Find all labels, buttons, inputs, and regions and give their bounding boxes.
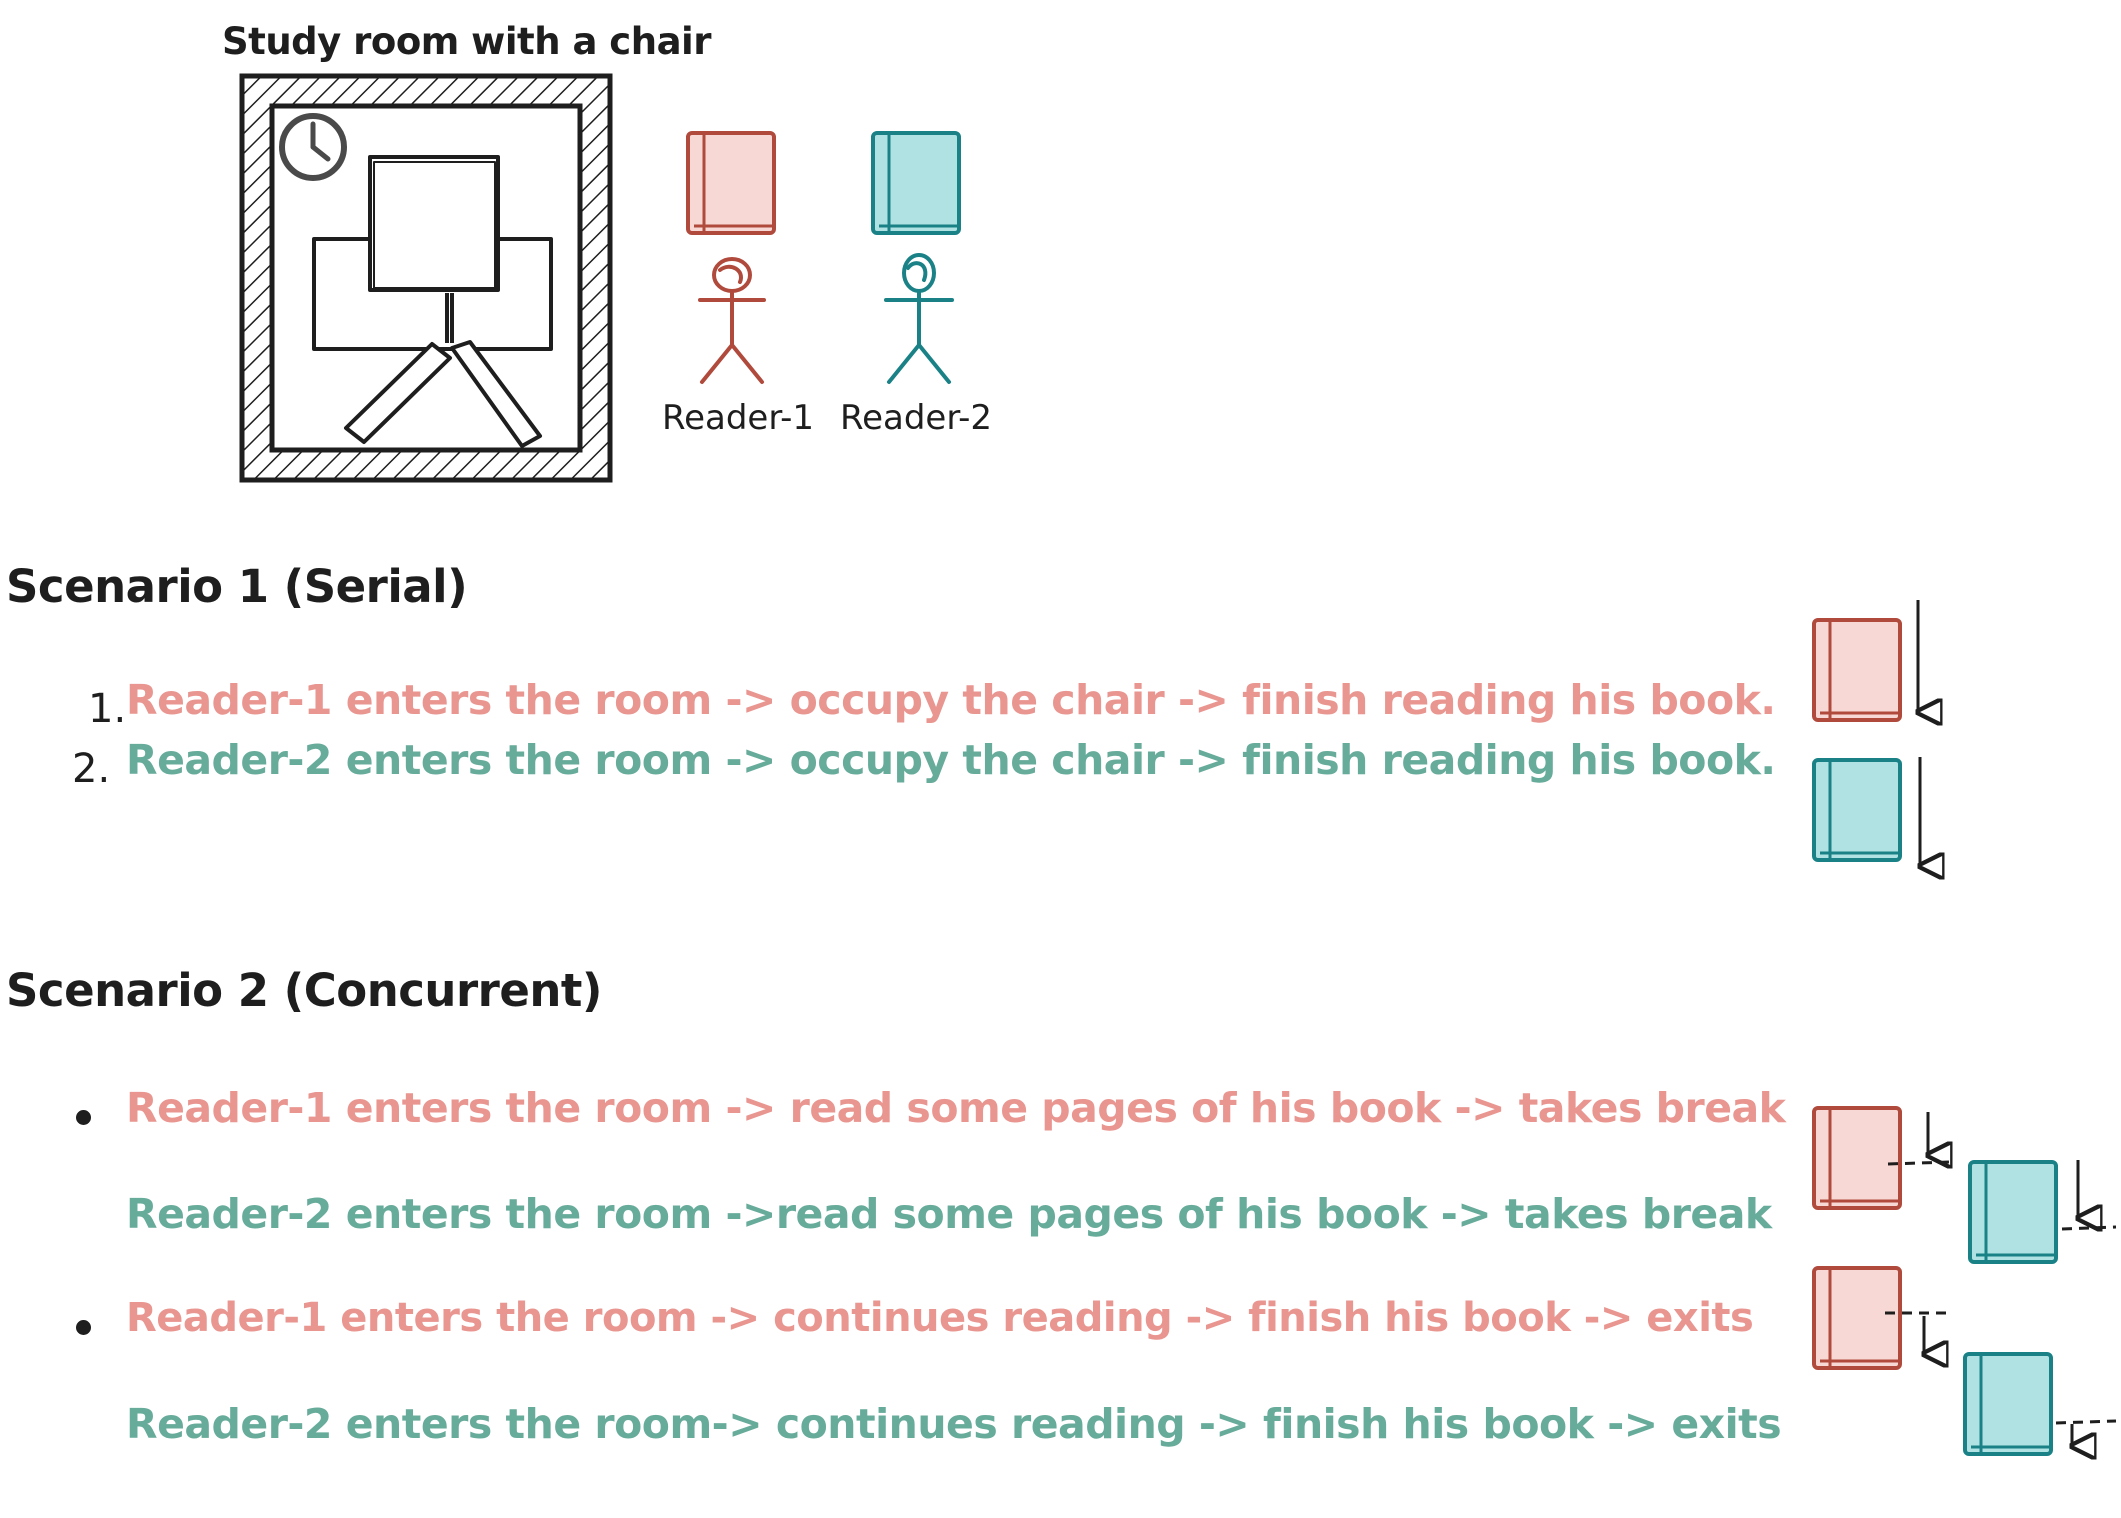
s2-reader2-book-a-icon bbox=[1968, 1160, 2058, 1264]
s1-reader2-book-icon bbox=[1812, 758, 1902, 862]
scenario2-bullet-1 bbox=[76, 1110, 91, 1125]
scenario1-heading: Scenario 1 (Serial) bbox=[6, 560, 468, 613]
reader1-figure-icon bbox=[698, 257, 766, 384]
scenario2-line-1: Reader-1 enters the room -> read some pa… bbox=[126, 1084, 1786, 1132]
s2-reader1-pause-a-icon bbox=[1887, 1160, 1951, 1166]
scenario1-item1-marker: 1. bbox=[88, 686, 127, 732]
scenario1-item1-text: Reader-1 enters the room -> occupy the c… bbox=[126, 676, 1776, 724]
s2-reader2-book-b-icon bbox=[1963, 1352, 2053, 1456]
reader2-figure-icon bbox=[884, 253, 954, 384]
scenario1-item2-text: Reader-2 enters the room -> occupy the c… bbox=[126, 736, 1776, 784]
reader2-book-icon bbox=[871, 131, 961, 235]
scenario2-line-3: Reader-1 enters the room -> continues re… bbox=[126, 1295, 1754, 1341]
scenario2-heading: Scenario 2 (Concurrent) bbox=[6, 964, 602, 1017]
chair-icon bbox=[312, 155, 553, 448]
scenario2-line-2: Reader-2 enters the room ->read some pag… bbox=[126, 1190, 1772, 1238]
scenario2-line-4: Reader-2 enters the room-> continues rea… bbox=[126, 1400, 1782, 1448]
s2-reader1-book-b-icon bbox=[1812, 1266, 1902, 1370]
s2-reader2-pause-b-icon bbox=[2055, 1419, 2117, 1425]
clock-icon bbox=[279, 113, 347, 181]
s2-reader2-pause-a-icon bbox=[2061, 1225, 2117, 1231]
reader2-label: Reader-2 bbox=[840, 398, 993, 438]
s1-reader1-book-icon bbox=[1812, 618, 1902, 722]
scenario1-item2-marker: 2. bbox=[72, 746, 111, 792]
reader1-label: Reader-1 bbox=[662, 398, 815, 438]
reader1-book-icon bbox=[686, 131, 776, 235]
s2-reader1-book-a-icon bbox=[1812, 1106, 1902, 1210]
scenario2-bullet-2 bbox=[76, 1320, 91, 1335]
